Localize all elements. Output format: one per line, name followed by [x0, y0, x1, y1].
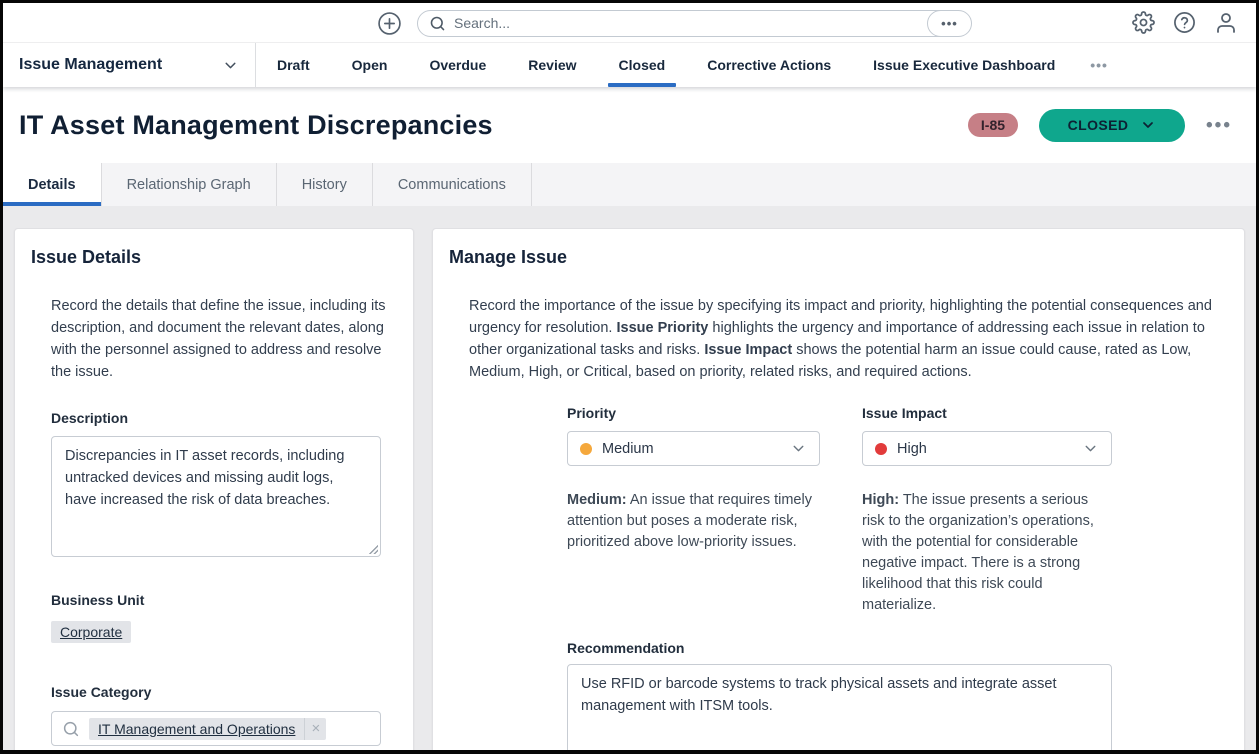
description-textarea[interactable]: Discrepancies in IT asset records, inclu… — [51, 436, 381, 557]
chevron-down-icon — [1082, 440, 1099, 457]
create-new-icon[interactable] — [377, 11, 402, 36]
nav-tab-review[interactable]: Review — [507, 43, 597, 87]
record-tabs: Details Relationship Graph History Commu… — [3, 163, 1256, 206]
manage-issue-card: Manage Issue Record the importance of th… — [432, 228, 1245, 754]
app-navbar: Issue Management Draft Open Overdue Revi… — [3, 43, 1256, 87]
tab-relationship-graph[interactable]: Relationship Graph — [102, 163, 277, 206]
settings-gear-icon[interactable] — [1132, 11, 1155, 34]
issue-category-label: Issue Category — [51, 684, 413, 700]
issue-impact-label: Issue Impact — [862, 405, 1112, 421]
business-unit-tag[interactable]: Corporate — [51, 621, 131, 643]
recommendation-textarea[interactable]: Use RFID or barcode systems to track phy… — [567, 664, 1112, 754]
chevron-down-icon — [222, 57, 239, 74]
user-profile-icon[interactable] — [1214, 11, 1238, 35]
app-window: ••• — [0, 0, 1259, 754]
search-icon — [62, 720, 80, 738]
help-icon[interactable] — [1173, 11, 1196, 34]
priority-help-text: Medium: An issue that requires timely at… — [567, 490, 820, 553]
recommendation-label: Recommendation — [567, 640, 1244, 656]
impact-high-dot-icon — [875, 443, 887, 455]
priority-dropdown[interactable]: Medium — [567, 431, 820, 466]
nav-tab-draft[interactable]: Draft — [256, 43, 331, 87]
app-menu-dropdown[interactable]: Issue Management — [3, 43, 255, 87]
global-search[interactable]: ••• — [417, 10, 957, 37]
search-options-button[interactable]: ••• — [927, 10, 972, 37]
chevron-down-icon — [790, 440, 807, 457]
card-title: Manage Issue — [449, 247, 1244, 268]
record-id-badge: I-85 — [968, 113, 1018, 137]
issue-category-select[interactable]: IT Management and Operations × — [51, 711, 381, 746]
issue-impact-value: High — [897, 441, 927, 457]
nav-more-button[interactable]: ••• — [1076, 43, 1122, 87]
search-input[interactable] — [454, 15, 916, 31]
record-actions-menu[interactable]: ••• — [1206, 116, 1232, 135]
content-area: Issue Details Record the details that de… — [3, 206, 1256, 754]
nav-tab-overdue[interactable]: Overdue — [408, 43, 507, 87]
search-icon — [429, 15, 446, 32]
tab-history[interactable]: History — [277, 163, 373, 206]
remove-tag-icon[interactable]: × — [304, 718, 326, 740]
nav-tab-open[interactable]: Open — [331, 43, 409, 87]
page-header: IT Asset Management Discrepancies I-85 C… — [3, 87, 1256, 163]
card-intro-text: Record the importance of the issue by sp… — [469, 295, 1214, 383]
tab-details[interactable]: Details — [3, 163, 102, 206]
page-title: IT Asset Management Discrepancies — [19, 110, 493, 141]
description-label: Description — [51, 410, 413, 426]
tab-communications[interactable]: Communications — [373, 163, 532, 206]
issue-impact-dropdown[interactable]: High — [862, 431, 1112, 466]
nav-tab-corrective-actions[interactable]: Corrective Actions — [686, 43, 852, 87]
priority-medium-dot-icon — [580, 443, 592, 455]
card-intro-text: Record the details that define the issue… — [51, 295, 399, 383]
nav-tabs: Draft Open Overdue Review Closed Correct… — [256, 43, 1122, 87]
active-tab-indicator — [608, 83, 677, 87]
issue-details-card: Issue Details Record the details that de… — [14, 228, 414, 754]
status-dropdown-button[interactable]: CLOSED — [1039, 109, 1185, 142]
nav-tab-closed[interactable]: Closed — [598, 43, 687, 87]
card-title: Issue Details — [31, 247, 413, 268]
impact-help-text: High: The issue presents a serious risk … — [862, 490, 1112, 616]
nav-tab-issue-executive-dashboard[interactable]: Issue Executive Dashboard — [852, 43, 1076, 87]
top-utility-bar: ••• — [3, 3, 1256, 43]
app-menu-label: Issue Management — [19, 56, 162, 74]
issue-category-tag[interactable]: IT Management and Operations × — [89, 718, 326, 740]
priority-value: Medium — [602, 441, 654, 457]
priority-label: Priority — [567, 405, 820, 421]
status-label: CLOSED — [1068, 117, 1129, 133]
chevron-down-icon — [1140, 117, 1156, 133]
business-unit-label: Business Unit — [51, 592, 413, 608]
tab-strip-filler — [532, 163, 1256, 206]
